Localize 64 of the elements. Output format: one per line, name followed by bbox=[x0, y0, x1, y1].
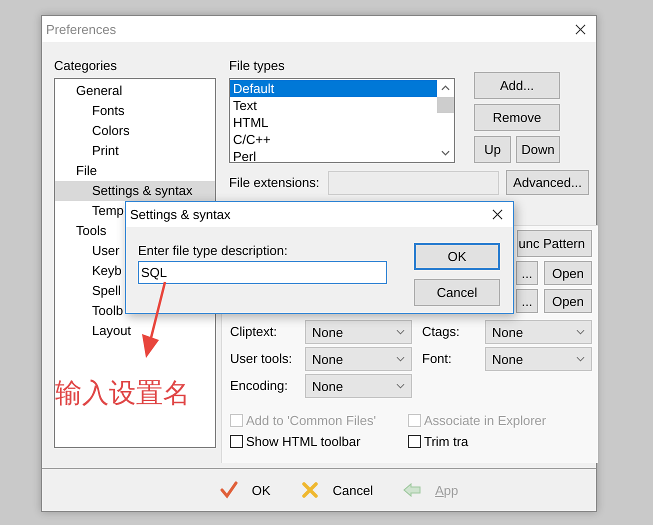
tree-item[interactable]: File bbox=[55, 161, 215, 181]
chevron-down-icon[interactable] bbox=[576, 356, 585, 362]
option-label: Cliptext: bbox=[230, 323, 278, 341]
browse-button[interactable]: ... bbox=[516, 261, 538, 285]
window-title: Preferences bbox=[46, 22, 118, 36]
tree-item[interactable]: Fonts bbox=[55, 101, 215, 121]
cancel-button[interactable]: Cancel bbox=[414, 279, 500, 306]
list-item[interactable]: C/C++ bbox=[230, 131, 437, 148]
option-label: Ctags: bbox=[421, 323, 461, 341]
scroll-down-icon[interactable] bbox=[441, 150, 450, 156]
prompt-label: Enter file type description: bbox=[138, 243, 289, 259]
option-label: User tools: bbox=[230, 350, 294, 368]
categories-label: Categories bbox=[54, 58, 118, 74]
chevron-down-icon[interactable] bbox=[396, 329, 405, 335]
checkbox[interactable] bbox=[230, 434, 243, 448]
tree-item[interactable]: Settings & syntax bbox=[55, 181, 215, 201]
tree-item[interactable]: Colors bbox=[55, 121, 215, 141]
open-button[interactable]: Open bbox=[544, 261, 592, 285]
advanced-button[interactable]: Advanced... bbox=[506, 170, 589, 195]
dropdown[interactable]: None bbox=[485, 347, 592, 371]
list-item[interactable]: Default bbox=[230, 80, 437, 97]
dropdown[interactable]: None bbox=[305, 320, 412, 344]
close-icon[interactable] bbox=[492, 209, 503, 220]
tree-item[interactable]: General bbox=[55, 81, 215, 101]
chevron-down-icon[interactable] bbox=[396, 356, 405, 362]
tree-item[interactable]: Layout bbox=[55, 321, 215, 341]
checkbox-label: Trim tra bbox=[424, 434, 468, 448]
list-item[interactable]: Text bbox=[230, 97, 437, 114]
browse-button[interactable]: ... bbox=[516, 289, 538, 313]
dropdown[interactable]: None bbox=[305, 374, 412, 398]
file-extensions-label: File extensions: bbox=[229, 175, 320, 190]
up-button[interactable]: Up bbox=[474, 136, 511, 163]
checkmark-icon bbox=[220, 481, 238, 499]
annotation-text: 输入设置名 bbox=[55, 377, 190, 411]
list-item[interactable]: Perl bbox=[230, 148, 437, 165]
dialog-title: Settings & syntax bbox=[130, 207, 232, 222]
remove-button[interactable]: Remove bbox=[474, 104, 560, 131]
open-button[interactable]: Open bbox=[544, 289, 592, 313]
add-button[interactable]: Add... bbox=[474, 72, 560, 99]
chevron-down-icon[interactable] bbox=[396, 383, 405, 389]
scroll-thumb[interactable] bbox=[437, 97, 454, 113]
ok-button[interactable]: OK bbox=[252, 482, 271, 498]
scroll-up-icon[interactable] bbox=[441, 85, 450, 91]
cancel-button[interactable]: Cancel bbox=[332, 482, 374, 498]
checkbox-label: Add to 'Common Files' bbox=[246, 412, 376, 428]
dropdown[interactable]: None bbox=[305, 347, 412, 371]
left-arrow-icon bbox=[403, 481, 422, 499]
checkbox-label: Associate in Explorer bbox=[424, 412, 546, 428]
down-button[interactable]: Down bbox=[516, 136, 560, 163]
dropdown[interactable]: None bbox=[485, 320, 592, 344]
close-icon[interactable] bbox=[575, 24, 586, 34]
list-item[interactable]: HTML bbox=[230, 114, 437, 131]
checkbox-label: Show HTML toolbar bbox=[246, 434, 360, 448]
option-label: Font: bbox=[421, 350, 453, 368]
checkbox[interactable] bbox=[408, 434, 421, 448]
ok-button[interactable]: OK bbox=[414, 243, 500, 270]
cross-icon bbox=[300, 481, 319, 499]
option-label: Encoding: bbox=[230, 377, 289, 395]
file-types-label: File types bbox=[229, 58, 286, 74]
description-field[interactable]: SQL bbox=[138, 261, 387, 284]
chevron-down-icon[interactable] bbox=[576, 329, 585, 335]
tree-item[interactable]: Print bbox=[55, 141, 215, 161]
func-pattern-button[interactable]: unc Pattern bbox=[517, 230, 592, 257]
file-extensions-field[interactable] bbox=[328, 170, 499, 194]
